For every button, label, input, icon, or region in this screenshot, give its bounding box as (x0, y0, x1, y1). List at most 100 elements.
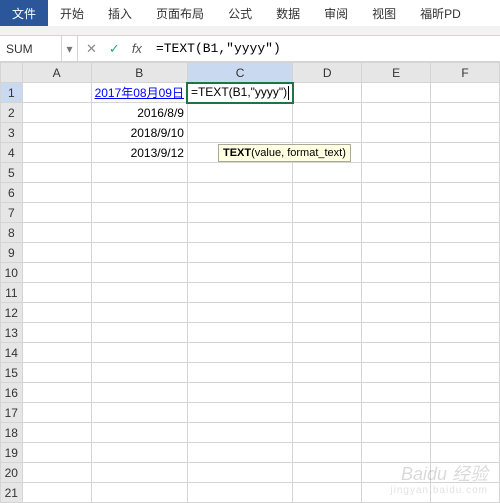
cell-B9[interactable] (91, 243, 187, 263)
cell-A8[interactable] (22, 223, 91, 243)
cell-F4[interactable] (431, 143, 500, 163)
row-header-19[interactable]: 19 (1, 443, 23, 463)
cell-A6[interactable] (22, 183, 91, 203)
cell-E8[interactable] (362, 223, 431, 243)
cell-A2[interactable] (22, 103, 91, 123)
cell-A11[interactable] (22, 283, 91, 303)
cell-F17[interactable] (431, 403, 500, 423)
row-header-8[interactable]: 8 (1, 223, 23, 243)
cell-F7[interactable] (431, 203, 500, 223)
cell-F13[interactable] (431, 323, 500, 343)
cell-C15[interactable] (187, 363, 292, 383)
cell-D19[interactable] (293, 443, 362, 463)
cell-A20[interactable] (22, 463, 91, 483)
cell-B17[interactable] (91, 403, 187, 423)
cell-E11[interactable] (362, 283, 431, 303)
row-header-18[interactable]: 18 (1, 423, 23, 443)
ribbon-tab-0[interactable]: 文件 (0, 0, 48, 26)
cell-E17[interactable] (362, 403, 431, 423)
cell-D10[interactable] (293, 263, 362, 283)
cell-C9[interactable] (187, 243, 292, 263)
ribbon-tab-7[interactable]: 视图 (360, 0, 408, 26)
cell-F16[interactable] (431, 383, 500, 403)
ribbon-tab-6[interactable]: 审阅 (312, 0, 360, 26)
cell-D11[interactable] (293, 283, 362, 303)
cell-B14[interactable] (91, 343, 187, 363)
formula-confirm-button[interactable]: ✓ (109, 41, 120, 57)
cell-C12[interactable] (187, 303, 292, 323)
row-header-14[interactable]: 14 (1, 343, 23, 363)
cell-F6[interactable] (431, 183, 500, 203)
cell-B6[interactable] (91, 183, 187, 203)
cell-F19[interactable] (431, 443, 500, 463)
name-box[interactable]: SUM (0, 36, 62, 61)
cell-A7[interactable] (22, 203, 91, 223)
row-header-9[interactable]: 9 (1, 243, 23, 263)
cell-D9[interactable] (293, 243, 362, 263)
cell-E13[interactable] (362, 323, 431, 343)
cell-F5[interactable] (431, 163, 500, 183)
cell-D13[interactable] (293, 323, 362, 343)
ribbon-tab-5[interactable]: 数据 (264, 0, 312, 26)
cell-C2[interactable] (187, 103, 292, 123)
cell-F9[interactable] (431, 243, 500, 263)
cell-E12[interactable] (362, 303, 431, 323)
cell-A17[interactable] (22, 403, 91, 423)
row-header-7[interactable]: 7 (1, 203, 23, 223)
cell-A13[interactable] (22, 323, 91, 343)
cell-D1[interactable] (293, 83, 362, 103)
cell-F8[interactable] (431, 223, 500, 243)
cell-C20[interactable] (187, 463, 292, 483)
cell-D17[interactable] (293, 403, 362, 423)
cell-E3[interactable] (362, 123, 431, 143)
cell-B2[interactable]: 2016/8/9 (91, 103, 187, 123)
cell-B10[interactable] (91, 263, 187, 283)
row-header-13[interactable]: 13 (1, 323, 23, 343)
cell-F2[interactable] (431, 103, 500, 123)
row-header-2[interactable]: 2 (1, 103, 23, 123)
formula-input[interactable]: =TEXT(B1,"yyyy") (150, 41, 500, 56)
cell-A15[interactable] (22, 363, 91, 383)
cell-C5[interactable] (187, 163, 292, 183)
select-all-corner[interactable] (1, 63, 23, 83)
cell-D3[interactable] (293, 123, 362, 143)
ribbon-tab-3[interactable]: 页面布局 (144, 0, 216, 26)
cell-E10[interactable] (362, 263, 431, 283)
cell-C10[interactable] (187, 263, 292, 283)
col-header-F[interactable]: F (431, 63, 500, 83)
col-header-A[interactable]: A (22, 63, 91, 83)
cell-D2[interactable] (293, 103, 362, 123)
cell-E2[interactable] (362, 103, 431, 123)
cell-C16[interactable] (187, 383, 292, 403)
cell-B13[interactable] (91, 323, 187, 343)
row-header-11[interactable]: 11 (1, 283, 23, 303)
cell-A12[interactable] (22, 303, 91, 323)
row-header-3[interactable]: 3 (1, 123, 23, 143)
cell-F20[interactable] (431, 463, 500, 483)
cell-B7[interactable] (91, 203, 187, 223)
cell-E1[interactable] (362, 83, 431, 103)
cell-C13[interactable] (187, 323, 292, 343)
insert-function-button[interactable]: fx (132, 41, 142, 56)
cell-E19[interactable] (362, 443, 431, 463)
cell-D12[interactable] (293, 303, 362, 323)
cell-C19[interactable] (187, 443, 292, 463)
cell-E14[interactable] (362, 343, 431, 363)
cell-A18[interactable] (22, 423, 91, 443)
cell-E6[interactable] (362, 183, 431, 203)
cell-B11[interactable] (91, 283, 187, 303)
col-header-B[interactable]: B (91, 63, 187, 83)
cell-D7[interactable] (293, 203, 362, 223)
cell-C8[interactable] (187, 223, 292, 243)
cell-C3[interactable] (187, 123, 292, 143)
ribbon-tab-2[interactable]: 插入 (96, 0, 144, 26)
cell-B5[interactable] (91, 163, 187, 183)
cell-F1[interactable] (431, 83, 500, 103)
cell-A14[interactable] (22, 343, 91, 363)
row-header-17[interactable]: 17 (1, 403, 23, 423)
cell-B3[interactable]: 2018/9/10 (91, 123, 187, 143)
row-header-4[interactable]: 4 (1, 143, 23, 163)
cell-D18[interactable] (293, 423, 362, 443)
cell-C18[interactable] (187, 423, 292, 443)
cell-F14[interactable] (431, 343, 500, 363)
